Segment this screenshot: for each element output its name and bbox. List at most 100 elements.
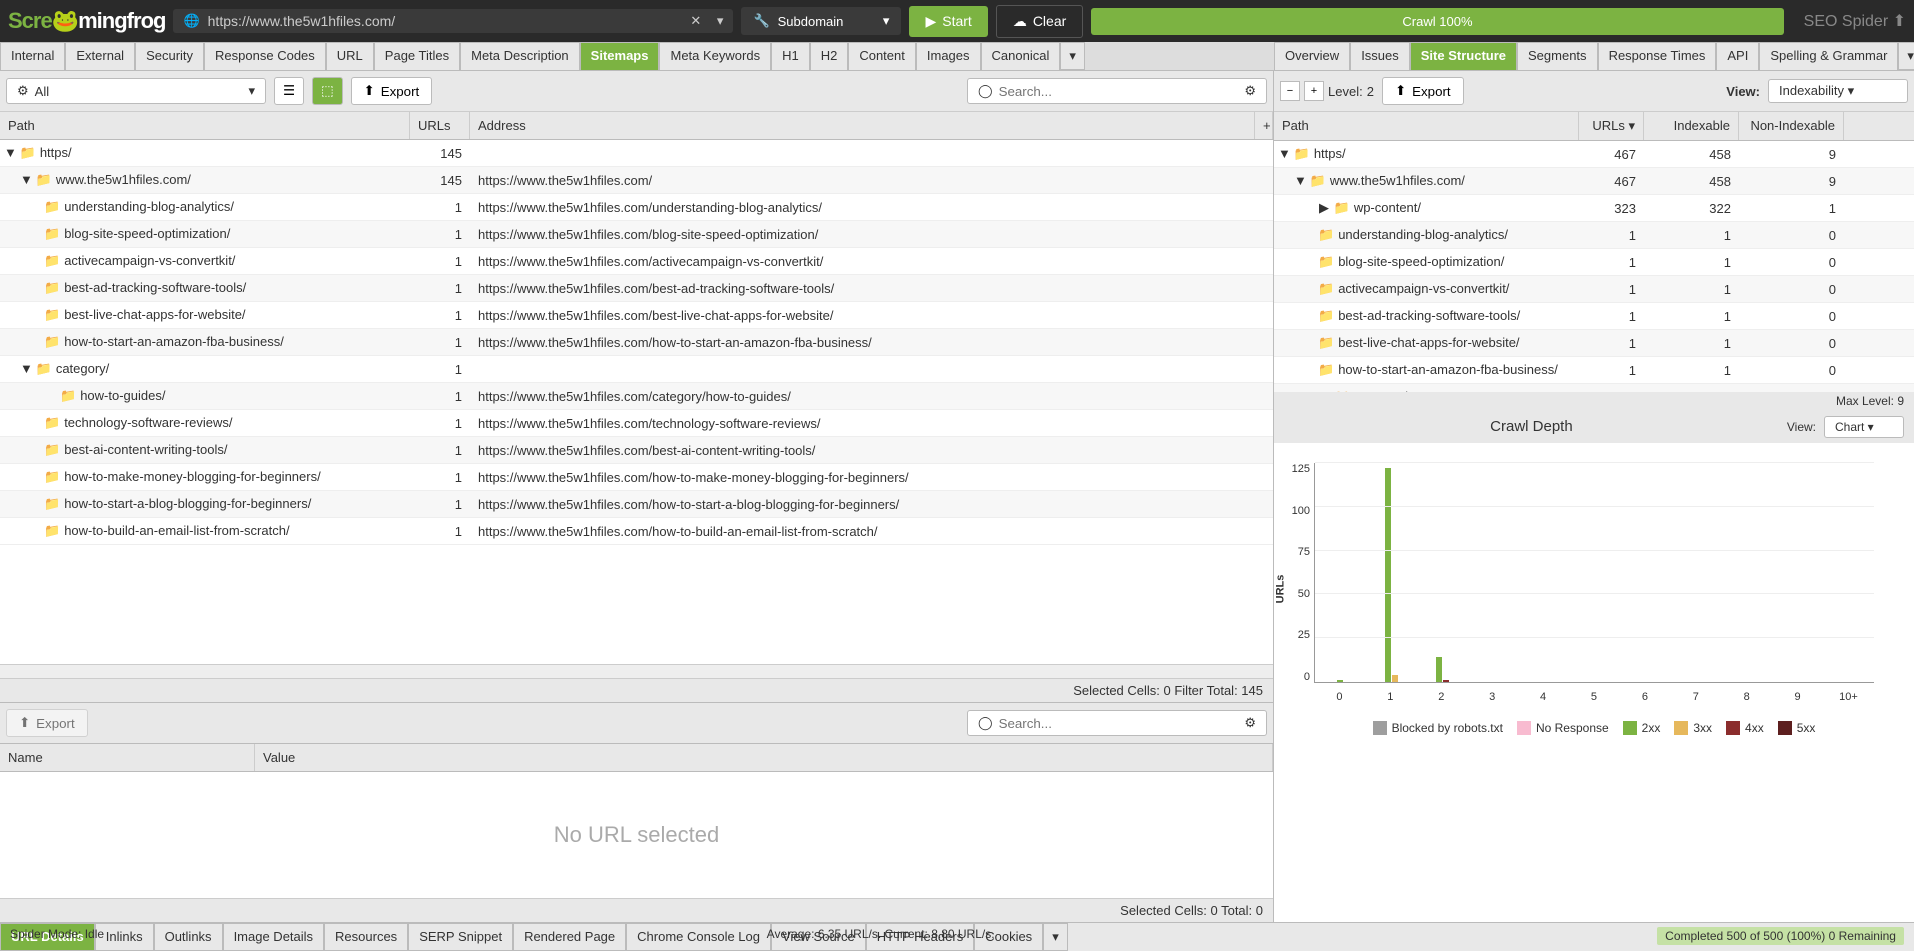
table-row[interactable]: 📁best-ad-tracking-software-tools/1https:… <box>0 275 1273 302</box>
table-row[interactable]: 📁blog-site-speed-optimization/110 <box>1274 249 1914 276</box>
table-row[interactable]: ▼ 📁www.the5w1hfiles.com/4674589 <box>1274 168 1914 195</box>
clear-url-icon[interactable]: ✕ <box>690 13 701 29</box>
search-input[interactable] <box>999 84 1239 99</box>
tab-response-codes[interactable]: Response Codes <box>204 42 326 70</box>
table-row[interactable]: ▼ 📁https/145 <box>0 140 1273 167</box>
r-col-urls[interactable]: URLs ▾ <box>1579 112 1644 140</box>
level-plus[interactable]: + <box>1304 81 1324 101</box>
right-export-button[interactable]: ⬆ Export <box>1382 77 1464 105</box>
tab-page-titles[interactable]: Page Titles <box>374 42 460 70</box>
tree-toggle-icon[interactable]: ▼ <box>1294 173 1306 188</box>
filter-select[interactable]: ⚙ All▾ <box>6 78 266 104</box>
tree-toggle-icon[interactable]: ▼ <box>20 361 32 376</box>
table-row[interactable]: 📁how-to-start-an-amazon-fba-business/110 <box>1274 357 1914 384</box>
rtab-overview[interactable]: Overview <box>1274 42 1350 70</box>
legend-item[interactable]: 5xx <box>1778 721 1816 735</box>
legend-item[interactable]: 2xx <box>1623 721 1661 735</box>
detail-col-value[interactable]: Value <box>255 744 1273 771</box>
tab-content[interactable]: Content <box>848 42 916 70</box>
right-grid[interactable]: Path URLs ▾ Indexable Non-Indexable ▼ 📁h… <box>1274 112 1914 392</box>
tree-toggle-icon[interactable]: ▶ <box>1318 200 1330 216</box>
table-row[interactable]: 📁how-to-build-an-email-list-from-scratch… <box>0 518 1273 545</box>
table-row[interactable]: 📁best-live-chat-apps-for-website/110 <box>1274 330 1914 357</box>
btab-overflow[interactable]: ▾ <box>1043 923 1068 951</box>
btab-resources[interactable]: Resources <box>324 923 408 951</box>
tree-toggle-icon[interactable]: ▼ <box>4 145 16 160</box>
chart-view-select[interactable]: Chart ▾ <box>1824 416 1904 438</box>
url-input[interactable] <box>208 13 683 29</box>
tab-canonical[interactable]: Canonical <box>981 42 1061 70</box>
btab-rendered-page[interactable]: Rendered Page <box>513 923 626 951</box>
table-row[interactable]: 📁activecampaign-vs-convertkit/1https://w… <box>0 248 1273 275</box>
level-minus[interactable]: − <box>1280 81 1300 101</box>
rtab-api[interactable]: API <box>1716 42 1759 70</box>
table-row[interactable]: ▶ 📁category/101 <box>1274 384 1914 392</box>
rtab-site-structure[interactable]: Site Structure <box>1410 42 1517 70</box>
table-row[interactable]: ▶ 📁wp-content/3233221 <box>1274 195 1914 222</box>
btab-serp-snippet[interactable]: SERP Snippet <box>408 923 513 951</box>
export-button[interactable]: ⬆ Export <box>351 77 433 105</box>
table-row[interactable]: 📁best-live-chat-apps-for-website/1https:… <box>0 302 1273 329</box>
rtab-response-times[interactable]: Response Times <box>1598 42 1717 70</box>
scope-select[interactable]: 🔧 Subdomain▾ <box>741 7 901 35</box>
r-col-indexable[interactable]: Indexable <box>1644 112 1739 140</box>
table-row[interactable]: 📁understanding-blog-analytics/1https://w… <box>0 194 1273 221</box>
legend-item[interactable]: 3xx <box>1674 721 1712 735</box>
tab-h1[interactable]: H1 <box>771 42 810 70</box>
search-box[interactable]: ◯ ⚙ <box>967 78 1267 104</box>
tab-meta-description[interactable]: Meta Description <box>460 42 580 70</box>
tab-h2[interactable]: H2 <box>810 42 849 70</box>
h-scrollbar[interactable] <box>0 664 1273 678</box>
btab-chrome-console-log[interactable]: Chrome Console Log <box>626 923 771 951</box>
legend-item[interactable]: 4xx <box>1726 721 1764 735</box>
table-row[interactable]: ▼ 📁www.the5w1hfiles.com/145https://www.t… <box>0 167 1273 194</box>
list-view-button[interactable]: ☰ <box>274 77 304 105</box>
legend-item[interactable]: No Response <box>1517 721 1609 735</box>
rtab-spelling-&-grammar[interactable]: Spelling & Grammar <box>1759 42 1898 70</box>
start-button[interactable]: ▶ Start <box>909 6 987 37</box>
url-dropdown-icon[interactable]: ▾ <box>717 13 724 29</box>
rtab-issues[interactable]: Issues <box>1350 42 1410 70</box>
table-row[interactable]: 📁technology-software-reviews/1https://ww… <box>0 410 1273 437</box>
table-row[interactable]: 📁how-to-start-an-amazon-fba-business/1ht… <box>0 329 1273 356</box>
table-row[interactable]: 📁blog-site-speed-optimization/1https://w… <box>0 221 1273 248</box>
table-row[interactable]: 📁understanding-blog-analytics/110 <box>1274 222 1914 249</box>
btab-outlinks[interactable]: Outlinks <box>154 923 223 951</box>
url-input-container[interactable]: 🌐 ✕ ▾ <box>173 9 733 33</box>
view-select[interactable]: Indexability ▾ <box>1768 79 1908 103</box>
table-row[interactable]: 📁best-ai-content-writing-tools/1https://… <box>0 437 1273 464</box>
tab-external[interactable]: External <box>65 42 135 70</box>
clear-button[interactable]: ☁ Clear <box>996 5 1083 38</box>
rtab-overflow[interactable]: ▾ <box>1898 42 1914 70</box>
detail-col-name[interactable]: Name <box>0 744 255 771</box>
table-row[interactable]: 📁how-to-guides/1https://www.the5w1hfiles… <box>0 383 1273 410</box>
r-col-path[interactable]: Path <box>1274 112 1579 140</box>
col-address[interactable]: Address <box>470 112 1255 139</box>
tree-toggle-icon[interactable]: ▼ <box>20 172 32 187</box>
tab-meta-keywords[interactable]: Meta Keywords <box>659 42 771 70</box>
table-row[interactable]: 📁activecampaign-vs-convertkit/110 <box>1274 276 1914 303</box>
tab-images[interactable]: Images <box>916 42 981 70</box>
tab-internal[interactable]: Internal <box>0 42 65 70</box>
table-row[interactable]: 📁how-to-make-money-blogging-for-beginner… <box>0 464 1273 491</box>
table-row[interactable]: 📁best-ad-tracking-software-tools/110 <box>1274 303 1914 330</box>
tab-overflow[interactable]: ▾ <box>1060 42 1085 70</box>
table-row[interactable]: 📁how-to-start-a-blog-blogging-for-beginn… <box>0 491 1273 518</box>
table-row[interactable]: ▼ 📁https/4674589 <box>1274 141 1914 168</box>
folder-icon: 📁 <box>44 199 60 214</box>
tree-toggle-icon[interactable]: ▼ <box>1278 146 1290 161</box>
rtab-segments[interactable]: Segments <box>1517 42 1598 70</box>
tab-url[interactable]: URL <box>326 42 374 70</box>
table-row[interactable]: ▼ 📁category/1 <box>0 356 1273 383</box>
left-grid[interactable]: Path URLs Address + ▼ 📁https/145▼ 📁www.t… <box>0 112 1273 664</box>
btab-image-details[interactable]: Image Details <box>223 923 324 951</box>
detail-search[interactable]: ◯ ⚙ <box>967 710 1267 736</box>
r-col-non[interactable]: Non-Indexable <box>1739 112 1844 140</box>
tab-security[interactable]: Security <box>135 42 204 70</box>
col-path[interactable]: Path <box>0 112 410 139</box>
col-urls[interactable]: URLs <box>410 112 470 139</box>
tree-view-button[interactable]: ⬚ <box>312 77 343 105</box>
add-col-button[interactable]: + <box>1255 112 1273 139</box>
legend-item[interactable]: Blocked by robots.txt <box>1373 721 1503 735</box>
tab-sitemaps[interactable]: Sitemaps <box>580 42 660 70</box>
